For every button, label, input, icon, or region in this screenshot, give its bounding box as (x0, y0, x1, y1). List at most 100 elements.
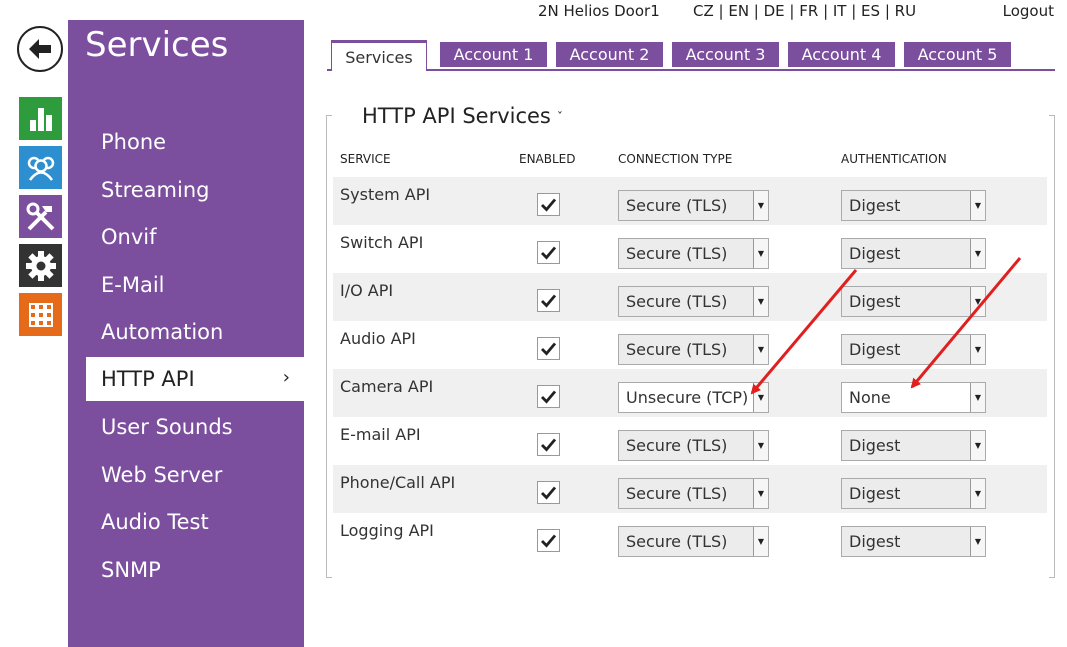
authentication-select[interactable]: Digest ▼ (841, 478, 986, 509)
checkmark-icon (541, 246, 557, 260)
service-name: Logging API (340, 521, 434, 540)
dropdown-arrow-icon: ▼ (970, 239, 985, 268)
settings-button[interactable] (19, 244, 62, 287)
authentication-select[interactable]: Digest ▼ (841, 430, 986, 461)
connection-type-select[interactable]: Secure (TLS) ▼ (618, 334, 769, 365)
sidebar-item-label: User Sounds (101, 415, 233, 439)
sidebar-item-snmp[interactable]: SNMP (86, 548, 304, 592)
logout-link[interactable]: Logout (1003, 2, 1054, 20)
column-header-enabled: ENABLED (519, 152, 576, 166)
sidebar-title: Services (85, 25, 229, 65)
checkmark-icon (541, 198, 557, 212)
tab-account-1[interactable]: Account 1 (440, 42, 547, 67)
tab-account-2[interactable]: Account 2 (556, 42, 663, 67)
connection-type-select[interactable]: Secure (TLS) ▼ (618, 286, 769, 317)
dropdown-arrow-icon: ▼ (970, 479, 985, 508)
dropdown-arrow-icon: ▼ (753, 383, 768, 412)
directory-button[interactable] (19, 146, 62, 189)
dropdown-arrow-icon: ▼ (753, 287, 768, 316)
sidebar-item-label: Streaming (101, 178, 210, 202)
dropdown-arrow-icon: ▼ (970, 335, 985, 364)
sidebar: Services Phone Streaming Onvif E-Mail Au… (68, 20, 304, 647)
sidebar-item-label: E-Mail (101, 273, 165, 297)
connection-type-select[interactable]: Secure (TLS) ▼ (618, 430, 769, 461)
service-name: E-mail API (340, 425, 421, 444)
select-value: Digest (849, 484, 901, 503)
enabled-checkbox[interactable] (537, 289, 560, 312)
enabled-checkbox[interactable] (537, 529, 560, 552)
dropdown-arrow-icon: ▼ (970, 287, 985, 316)
apps-grid-icon (28, 302, 53, 327)
sidebar-item-onvif[interactable]: Onvif (86, 215, 304, 259)
table-row: Camera API Unsecure (TCP) ▼ None ▼ (333, 369, 1047, 417)
sidebar-item-label: Audio Test (101, 510, 209, 534)
dropdown-arrow-icon: ▼ (753, 239, 768, 268)
column-header-connection-type: CONNECTION TYPE (618, 152, 733, 166)
service-name: Camera API (340, 377, 434, 396)
select-value: Digest (849, 436, 901, 455)
column-header-service: SERVICE (340, 152, 391, 166)
dropdown-arrow-icon: ▼ (753, 479, 768, 508)
sidebar-item-automation[interactable]: Automation (86, 310, 304, 354)
dropdown-arrow-icon: ▼ (970, 431, 985, 460)
language-selector[interactable]: CZ | EN | DE | FR | IT | ES | RU (693, 2, 916, 20)
authentication-select[interactable]: Digest ▼ (841, 286, 986, 317)
sidebar-item-audio-test[interactable]: Audio Test (86, 500, 304, 544)
select-value: Secure (TLS) (626, 484, 728, 503)
enabled-checkbox[interactable] (537, 481, 560, 504)
tab-account-3[interactable]: Account 3 (672, 42, 779, 67)
connection-type-select[interactable]: Secure (TLS) ▼ (618, 478, 769, 509)
sidebar-item-label: SNMP (101, 558, 161, 582)
checkmark-icon (541, 342, 557, 356)
service-name: Phone/Call API (340, 473, 456, 492)
device-name: 2N Helios Door1 (538, 2, 660, 20)
enabled-checkbox[interactable] (537, 193, 560, 216)
panel-border-left (326, 115, 332, 578)
enabled-checkbox[interactable] (537, 433, 560, 456)
authentication-select[interactable]: Digest ▼ (841, 190, 986, 221)
http-api-services-panel: HTTP API Services ˇ SERVICE ENABLED CONNE… (326, 104, 1055, 578)
panel-border-right (1049, 115, 1055, 578)
service-name: Audio API (340, 329, 416, 348)
select-value: Digest (849, 196, 901, 215)
select-value: Secure (TLS) (626, 244, 728, 263)
hardware-button[interactable] (19, 195, 62, 238)
connection-type-select[interactable]: Unsecure (TCP) ▼ (618, 382, 769, 413)
settings-gear-icon (25, 250, 56, 281)
statistics-button[interactable] (19, 97, 62, 140)
select-value: Secure (TLS) (626, 532, 728, 551)
connection-type-select[interactable]: Secure (TLS) ▼ (618, 190, 769, 221)
sidebar-item-streaming[interactable]: Streaming (86, 168, 304, 212)
tabs-underline (327, 69, 1055, 71)
table-row: I/O API Secure (TLS) ▼ Digest ▼ (333, 273, 1047, 321)
dropdown-arrow-icon: ▼ (753, 527, 768, 556)
hardware-tools-icon (26, 202, 54, 230)
directory-icon (27, 156, 54, 181)
authentication-select[interactable]: None ▼ (841, 382, 986, 413)
tab-account-4[interactable]: Account 4 (788, 42, 895, 67)
enabled-checkbox[interactable] (537, 241, 560, 264)
tab-services[interactable]: Services (331, 40, 427, 71)
apps-button[interactable] (19, 293, 62, 336)
authentication-select[interactable]: Digest ▼ (841, 238, 986, 269)
sidebar-item-user-sounds[interactable]: User Sounds (86, 405, 304, 449)
table-row: Switch API Secure (TLS) ▼ Digest ▼ (333, 225, 1047, 273)
panel-title[interactable]: HTTP API Services ˇ (360, 104, 565, 128)
table-row: Phone/Call API Secure (TLS) ▼ Digest ▼ (333, 465, 1047, 513)
enabled-checkbox[interactable] (537, 385, 560, 408)
connection-type-select[interactable]: Secure (TLS) ▼ (618, 238, 769, 269)
sidebar-item-http-api[interactable]: HTTP API › (86, 357, 304, 401)
sidebar-item-phone[interactable]: Phone (86, 120, 304, 164)
tab-account-5[interactable]: Account 5 (904, 42, 1011, 67)
dropdown-arrow-icon: ▼ (970, 383, 985, 412)
back-button[interactable] (17, 26, 63, 72)
connection-type-select[interactable]: Secure (TLS) ▼ (618, 526, 769, 557)
sidebar-item-email[interactable]: E-Mail (86, 263, 304, 307)
sidebar-item-web-server[interactable]: Web Server (86, 453, 304, 497)
authentication-select[interactable]: Digest ▼ (841, 334, 986, 365)
checkmark-icon (541, 534, 557, 548)
enabled-checkbox[interactable] (537, 337, 560, 360)
select-value: Digest (849, 340, 901, 359)
authentication-select[interactable]: Digest ▼ (841, 526, 986, 557)
select-value: Secure (TLS) (626, 292, 728, 311)
